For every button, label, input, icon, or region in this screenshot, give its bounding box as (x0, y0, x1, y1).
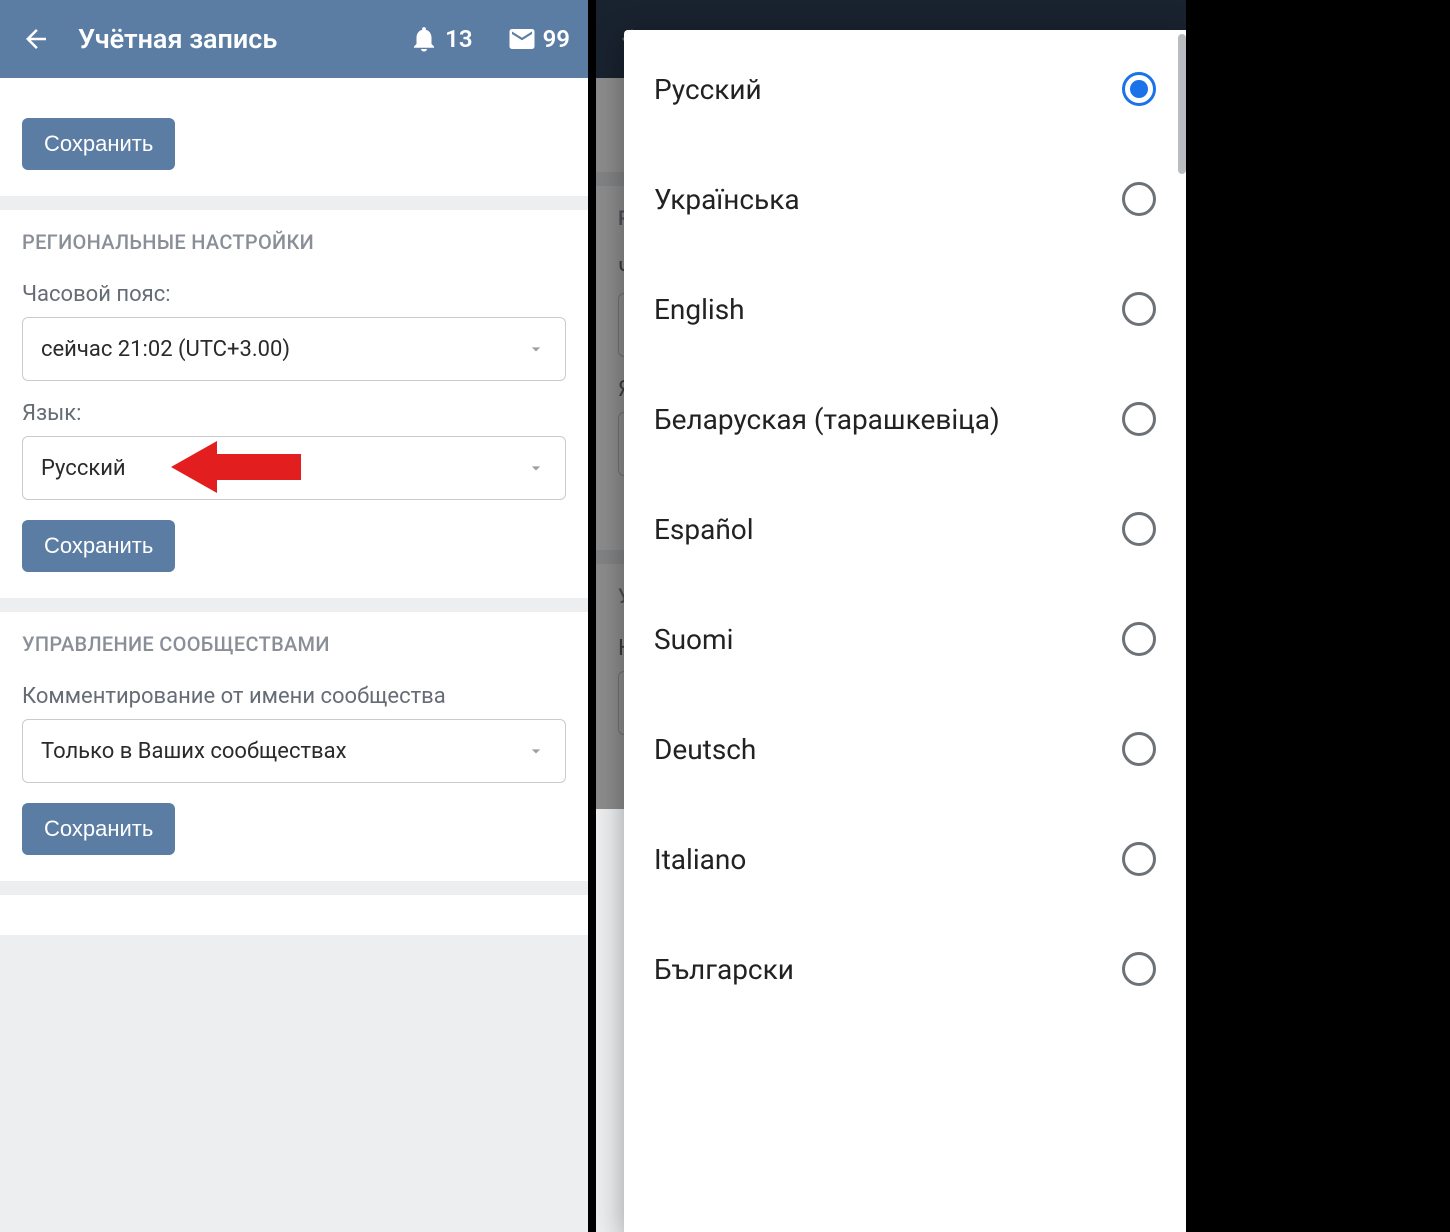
language-option[interactable]: English (624, 254, 1186, 364)
radio-icon (1122, 512, 1156, 546)
messages-count: 99 (543, 25, 570, 53)
regional-settings-section: РЕГИОНАЛЬНЫЕ НАСТРОЙКИ Часовой пояс: сей… (0, 210, 588, 598)
messages-button[interactable]: 99 (507, 24, 570, 54)
language-option[interactable]: Русский (624, 34, 1186, 144)
app-header: Учётная запись 13 99 (0, 0, 588, 78)
community-comment-value: Только в Ваших сообществах (41, 739, 347, 764)
bottom-slice (0, 895, 588, 935)
section-heading-communities: УПРАВЛЕНИЕ СООБЩЕСТВАМИ (22, 632, 566, 656)
language-option[interactable]: Български (624, 914, 1186, 1024)
radio-icon (1122, 842, 1156, 876)
language-option[interactable]: Español (624, 474, 1186, 584)
scrollbar[interactable] (1178, 34, 1186, 174)
language-option-label: Italiano (654, 842, 746, 877)
timezone-value: сейчас 21:02 (UTC+3.00) (41, 337, 290, 362)
radio-icon (1122, 402, 1156, 436)
language-option-label: Español (654, 512, 754, 547)
chevron-down-icon (525, 338, 547, 360)
page-title: Учётная запись (78, 23, 409, 55)
notification-count: 13 (445, 25, 472, 53)
community-comment-label: Комментирование от имени сообщества (22, 684, 566, 709)
language-option-label: Беларуская (тарашкевіца) (654, 402, 1000, 437)
section-heading-regional: РЕГИОНАЛЬНЫЕ НАСТРОЙКИ (22, 230, 566, 254)
timezone-label: Часовой пояс: (22, 282, 566, 307)
language-option[interactable]: Українська (624, 144, 1186, 254)
language-option-label: Suomi (654, 622, 733, 657)
language-option-label: Български (654, 952, 794, 987)
back-icon[interactable] (18, 21, 54, 57)
save-section-top: Сохранить (0, 78, 588, 196)
timezone-select[interactable]: сейчас 21:02 (UTC+3.00) (22, 317, 566, 381)
language-option[interactable]: Italiano (624, 804, 1186, 914)
chevron-down-icon (525, 740, 547, 762)
language-label: Язык: (22, 401, 566, 426)
save-button[interactable]: Сохранить (22, 803, 175, 855)
language-option-list: Русский Українська English Беларуская (тара… (624, 34, 1186, 1024)
language-picker-screen: 99 РЕГИОНАЛЬНЫЕ НАСТРОЙКИ Ча Яз У К Русс… (596, 0, 1186, 1232)
radio-icon (1122, 952, 1156, 986)
language-value: Русский (41, 456, 126, 481)
language-option[interactable]: Deutsch (624, 694, 1186, 804)
language-option-label: Українська (654, 182, 800, 217)
community-settings-section: УПРАВЛЕНИЕ СООБЩЕСТВАМИ Комментирование … (0, 612, 588, 881)
language-option-label: Русский (654, 72, 762, 107)
notifications-button[interactable]: 13 (409, 24, 472, 54)
radio-icon (1122, 72, 1156, 106)
attention-arrow-icon (171, 437, 301, 497)
language-option-label: English (654, 292, 745, 327)
radio-icon (1122, 292, 1156, 326)
settings-screen: Учётная запись 13 99 Сохранить РЕГИОНАЛЬ… (0, 0, 596, 1232)
radio-icon (1122, 732, 1156, 766)
community-comment-select[interactable]: Только в Ваших сообществах (22, 719, 566, 783)
language-select[interactable]: Русский (22, 436, 566, 500)
save-button[interactable]: Сохранить (22, 520, 175, 572)
radio-icon (1122, 182, 1156, 216)
language-option[interactable]: Беларуская (тарашкевіца) (624, 364, 1186, 474)
radio-icon (1122, 622, 1156, 656)
save-button[interactable]: Сохранить (22, 118, 175, 170)
language-option-label: Deutsch (654, 732, 756, 767)
chevron-down-icon (525, 457, 547, 479)
language-option[interactable]: Suomi (624, 584, 1186, 694)
language-modal: Русский Українська English Беларуская (тара… (624, 30, 1186, 1232)
